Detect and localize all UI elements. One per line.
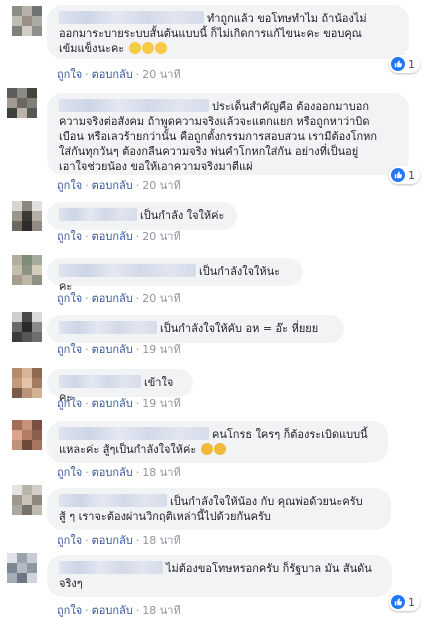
- reply-link[interactable]: ตอบกลับ: [92, 534, 133, 547]
- commenter-name[interactable]: [59, 208, 137, 221]
- comment-actions: ถูกใจ · ตอบกลับ · 20 นาที: [57, 68, 181, 81]
- comment: ประเด็นสำคัญคือ ต้องออกมาบอก ความจริงต่อ…: [0, 85, 441, 197]
- comment-bubble: เป็นกำลัง ใจให้ค่ะ: [47, 202, 237, 230]
- avatar[interactable]: [7, 553, 37, 583]
- avatar[interactable]: [12, 420, 42, 450]
- comment-text: เข้มแข็งนะคะ: [59, 42, 125, 55]
- clapping-emoji: [213, 443, 226, 455]
- comment-actions: ถูกใจ · ตอบกลับ · 18 นาที: [57, 466, 181, 479]
- comment: เป็นกำลังใจให้น้อง กับ คุณพ่อด้วยนะครับ …: [0, 482, 441, 550]
- comment-text: ทำถูกแล้ว ขอโทษทำไม ถ้าน้องไม่: [207, 12, 367, 25]
- reply-link[interactable]: ตอบกลับ: [92, 179, 133, 192]
- avatar[interactable]: [12, 201, 42, 231]
- comment-actions: ถูกใจ · ตอบกลับ · 19 นาที: [57, 397, 181, 410]
- like-link[interactable]: ถูกใจ: [57, 179, 82, 192]
- commenter-name[interactable]: [59, 494, 167, 507]
- comment-bubble: ประเด็นสำคัญคือ ต้องออกมาบอก ความจริงต่อ…: [47, 93, 409, 175]
- reaction-count[interactable]: 1: [389, 166, 420, 184]
- reply-link[interactable]: ตอบกลับ: [92, 604, 133, 617]
- commenter-name[interactable]: [59, 321, 157, 334]
- reply-link[interactable]: ตอบกลับ: [92, 230, 133, 243]
- comment-text: ออกมาระบายระบบสั้นต้นแบบนี้ ก็ไม่เกิดการ…: [59, 27, 362, 40]
- comment: ทำถูกแล้ว ขอโทษทำไม ถ้าน้องไม่ ออกมาระบา…: [0, 0, 441, 85]
- reply-link[interactable]: ตอบกลับ: [92, 292, 133, 305]
- reply-link[interactable]: ตอบกลับ: [92, 68, 133, 81]
- reply-link[interactable]: ตอบกลับ: [92, 343, 133, 356]
- like-icon: [391, 595, 405, 609]
- comment: เข้าใจคะ ถูกใจ · ตอบกลับ · 19 นาที: [0, 362, 441, 414]
- like-link[interactable]: ถูกใจ: [57, 466, 82, 479]
- comment-actions: ถูกใจ · ตอบกลับ · 19 นาที: [57, 343, 181, 356]
- comment-actions: ถูกใจ · ตอบกลับ · 20 นาที: [57, 230, 181, 243]
- avatar[interactable]: [12, 368, 42, 398]
- victory-hand-emoji: [141, 42, 154, 54]
- clapping-emoji: [200, 443, 213, 455]
- commenter-name[interactable]: [59, 264, 196, 277]
- commenter-name[interactable]: [59, 561, 163, 574]
- avatar[interactable]: [12, 255, 42, 285]
- like-link[interactable]: ถูกใจ: [57, 68, 82, 81]
- like-link[interactable]: ถูกใจ: [57, 397, 82, 410]
- like-link[interactable]: ถูกใจ: [57, 292, 82, 305]
- comment: ไม่ต้องขอโทษหรอกครับ ก็รัฐบาล มัน สันดัน…: [0, 550, 441, 617]
- comment-bubble: เป็นกำลังใจให้คับ อห = อ๊ะ หี่ยยย: [47, 315, 344, 343]
- like-link[interactable]: ถูกใจ: [57, 230, 82, 243]
- comment-bubble: เป็นกำลังใจให้นะคะ: [47, 258, 303, 293]
- reaction-count[interactable]: 1: [389, 55, 420, 73]
- comment-time[interactable]: 20 นาที: [142, 68, 180, 81]
- avatar[interactable]: [12, 6, 42, 36]
- comment-actions: ถูกใจ · ตอบกลับ · 20 นาที: [57, 292, 181, 305]
- comment: เป็นกำลังใจให้คับ อห = อ๊ะ หี่ยยย ถูกใจ ·…: [0, 310, 441, 362]
- comment: คนโกรธ ใครๆ ก็ต้องระเบิดแบบนี้ แหละค่ะ ส…: [0, 414, 441, 482]
- avatar[interactable]: [12, 485, 42, 515]
- thumbs-up-emoji: [128, 42, 141, 54]
- reply-link[interactable]: ตอบกลับ: [92, 397, 133, 410]
- avatar[interactable]: [7, 88, 37, 118]
- comment-bubble: เข้าใจคะ: [47, 369, 193, 404]
- commenter-name[interactable]: [59, 11, 204, 24]
- like-link[interactable]: ถูกใจ: [57, 604, 82, 617]
- comment-actions: ถูกใจ · ตอบกลับ · 20 นาที: [57, 179, 181, 192]
- like-link[interactable]: ถูกใจ: [57, 534, 82, 547]
- horns-hand-emoji: [154, 42, 167, 54]
- commenter-name[interactable]: [59, 99, 209, 112]
- reaction-count[interactable]: 1: [389, 593, 420, 611]
- comment: เป็นกำลัง ใจให้ค่ะ ถูกใจ · ตอบกลับ · 20 นาที: [0, 197, 441, 247]
- like-icon: [391, 57, 405, 71]
- commenter-name[interactable]: [59, 375, 141, 388]
- like-link[interactable]: ถูกใจ: [57, 343, 82, 356]
- comment-bubble: ทำถูกแล้ว ขอโทษทำไม ถ้าน้องไม่ ออกมาระบา…: [47, 5, 409, 59]
- comment: เป็นกำลังใจให้นะคะ ถูกใจ · ตอบกลับ · 20 นาที: [0, 255, 441, 305]
- comment-bubble: เป็นกำลังใจให้น้อง กับ คุณพ่อด้วยนะครับ …: [47, 488, 391, 530]
- comment-bubble: คนโกรธ ใครๆ ก็ต้องระเบิดแบบนี้ แหละค่ะ ส…: [47, 421, 388, 463]
- comment-bubble: ไม่ต้องขอโทษหรอกครับ ก็รัฐบาล มัน สันดัน…: [47, 555, 392, 597]
- comment-actions: ถูกใจ · ตอบกลับ · 18 นาที: [57, 534, 181, 547]
- like-icon: [391, 168, 405, 182]
- avatar[interactable]: [12, 312, 42, 342]
- comment-actions: ถูกใจ · ตอบกลับ · 18 นาที: [57, 604, 181, 617]
- commenter-name[interactable]: [59, 427, 209, 440]
- reply-link[interactable]: ตอบกลับ: [92, 466, 133, 479]
